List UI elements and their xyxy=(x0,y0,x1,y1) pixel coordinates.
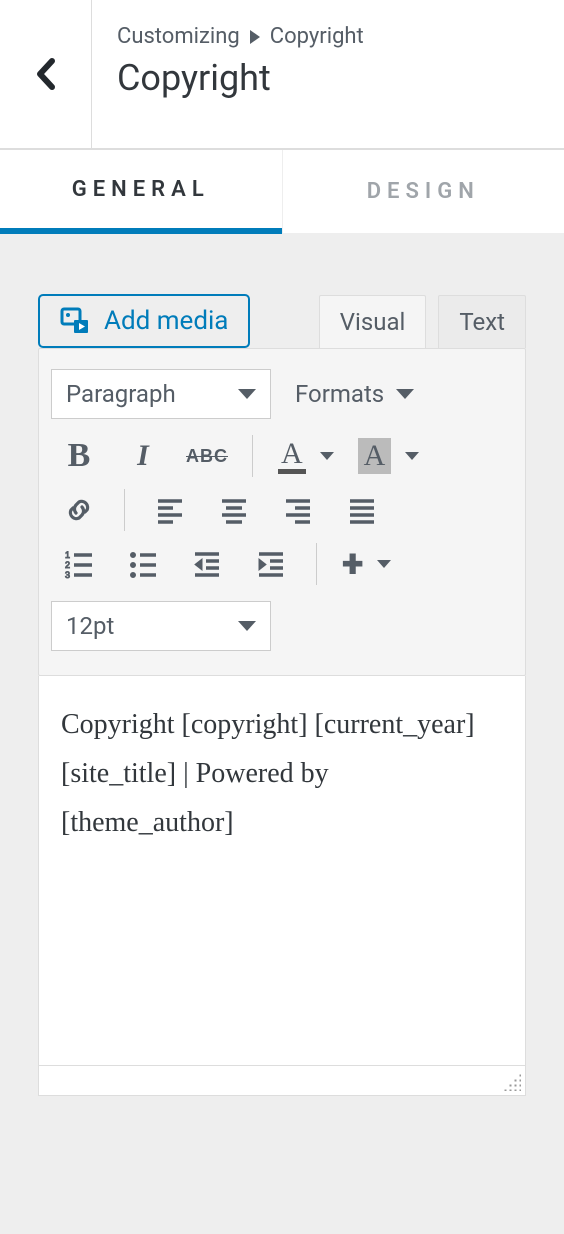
align-right-icon: line{stroke:#555d66;stroke-width:3.5} xyxy=(283,495,313,525)
toolbar-divider xyxy=(252,435,253,477)
media-icon xyxy=(60,307,90,335)
page-title: Copyright xyxy=(117,57,364,99)
insert-menu-button[interactable]: + xyxy=(342,544,391,584)
editor-toolbar: Paragraph Formats B I ABC A A xyxy=(38,348,526,676)
ordered-list-icon: 1 2 3 xyxy=(64,549,94,579)
chevron-down-icon xyxy=(405,452,419,460)
link-button[interactable] xyxy=(59,490,99,530)
toolbar-divider xyxy=(316,543,317,585)
strikethrough-button[interactable]: ABC xyxy=(187,436,227,476)
unordered-list-button[interactable] xyxy=(123,544,163,584)
editor-mode-text[interactable]: Text xyxy=(438,295,526,348)
breadcrumb-separator-icon xyxy=(250,30,260,44)
align-justify-icon: line{stroke:#555d66;stroke-width:3.5} xyxy=(347,495,377,525)
bold-icon: B xyxy=(68,437,91,475)
section-tabs: GENERAL DESIGN xyxy=(0,148,564,234)
chevron-down-icon xyxy=(377,560,391,568)
link-icon xyxy=(64,495,94,525)
font-size-select[interactable]: 12pt xyxy=(51,601,271,651)
align-center-button[interactable]: line{stroke:#555d66;stroke-width:3.5} xyxy=(214,490,254,530)
breadcrumb-root: Customizing xyxy=(117,24,240,49)
tab-design[interactable]: DESIGN xyxy=(282,150,564,234)
svg-text:2: 2 xyxy=(65,560,70,570)
resize-handle[interactable] xyxy=(503,1073,521,1091)
align-left-icon: line{stroke:#555d66;stroke-width:3.5} xyxy=(155,495,185,525)
editor-container: Add media Visual Text Paragraph Formats … xyxy=(0,234,564,1096)
back-button[interactable] xyxy=(0,0,92,148)
tab-general[interactable]: GENERAL xyxy=(0,150,282,234)
text-color-button[interactable]: A xyxy=(278,436,334,476)
breadcrumb: Customizing Copyright xyxy=(117,24,364,49)
align-center-icon: line{stroke:#555d66;stroke-width:3.5} xyxy=(219,495,249,525)
outdent-icon xyxy=(192,549,222,579)
text-color-icon: A xyxy=(278,439,306,474)
editor-mode-visual[interactable]: Visual xyxy=(319,295,427,348)
align-left-button[interactable]: line{stroke:#555d66;stroke-width:3.5} xyxy=(150,490,190,530)
breadcrumb-current: Copyright xyxy=(270,24,364,49)
unordered-list-icon xyxy=(128,549,158,579)
svg-text:3: 3 xyxy=(65,570,70,579)
align-right-button[interactable]: line{stroke:#555d66;stroke-width:3.5} xyxy=(278,490,318,530)
editor-content[interactable]: Copyright [copyright] [current_year] [si… xyxy=(38,676,526,1066)
chevron-down-icon xyxy=(238,621,256,631)
formats-select[interactable]: Formats xyxy=(281,370,428,418)
add-media-label: Add media xyxy=(104,306,228,336)
background-color-button[interactable]: A xyxy=(358,436,420,476)
indent-icon xyxy=(256,549,286,579)
indent-button[interactable] xyxy=(251,544,291,584)
chevron-down-icon xyxy=(238,389,256,399)
strikethrough-icon: ABC xyxy=(186,446,228,467)
chevron-down-icon xyxy=(320,452,334,460)
italic-icon: I xyxy=(137,439,149,473)
chevron-left-icon xyxy=(35,57,57,91)
add-media-button[interactable]: Add media xyxy=(38,294,250,348)
bold-button[interactable]: B xyxy=(59,436,99,476)
ordered-list-button[interactable]: 1 2 3 xyxy=(59,544,99,584)
italic-button[interactable]: I xyxy=(123,436,163,476)
toolbar-divider xyxy=(124,489,125,531)
customizer-header: Customizing Copyright Copyright xyxy=(0,0,564,148)
block-format-select[interactable]: Paragraph xyxy=(51,369,271,419)
align-justify-button[interactable]: line{stroke:#555d66;stroke-width:3.5} xyxy=(342,490,382,530)
plus-icon: + xyxy=(342,544,363,584)
editor-status-bar xyxy=(38,1066,526,1096)
background-color-icon: A xyxy=(358,438,392,474)
svg-text:1: 1 xyxy=(65,550,70,560)
outdent-button[interactable] xyxy=(187,544,227,584)
chevron-down-icon xyxy=(396,389,414,399)
